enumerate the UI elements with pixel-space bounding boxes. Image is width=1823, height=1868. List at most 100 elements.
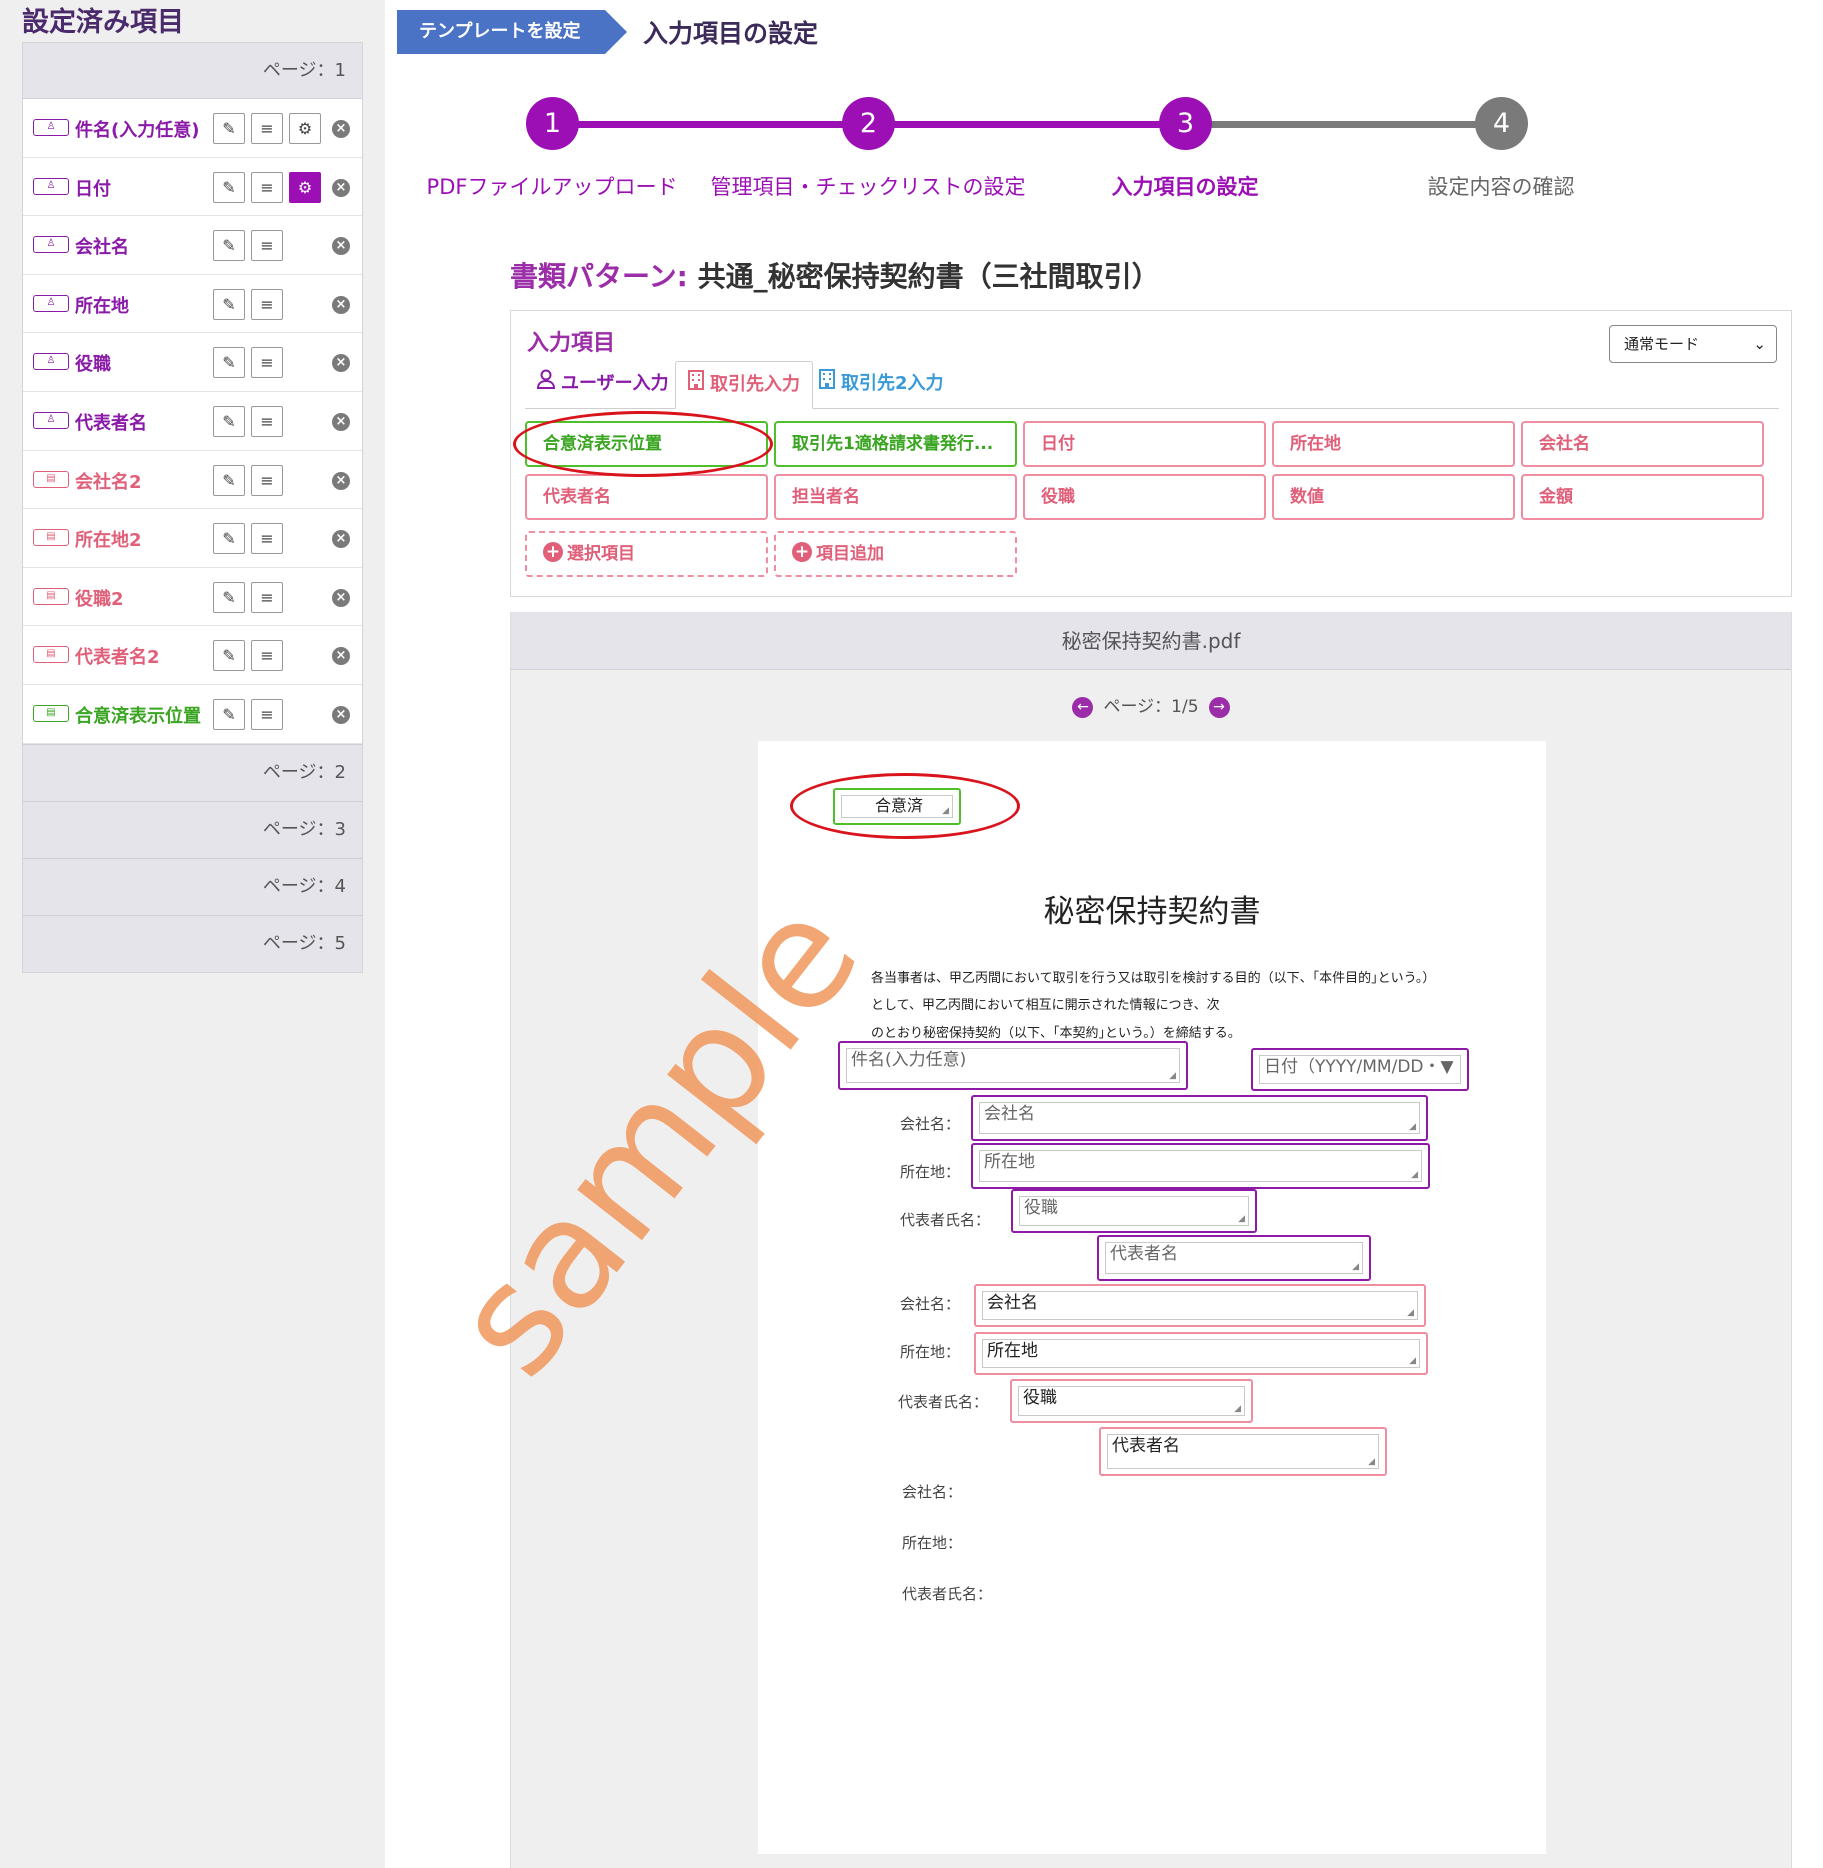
configured-item-row[interactable]: ♙ 所在地 ✎ ≡ × bbox=[23, 275, 362, 334]
close-icon[interactable]: × bbox=[332, 412, 350, 431]
input-item-chip[interactable]: 担当者名 bbox=[774, 474, 1017, 520]
input-item-chip[interactable]: 取引先1適格請求書発行... bbox=[774, 421, 1017, 467]
close-icon[interactable]: × bbox=[332, 530, 350, 549]
configured-item-label: 代表者名2 bbox=[75, 647, 160, 669]
align-left-icon[interactable]: ≡ bbox=[251, 113, 283, 144]
input-item-chip[interactable]: 金額 bbox=[1521, 474, 1764, 520]
gear-icon[interactable]: ⚙ bbox=[289, 171, 321, 203]
pencil-icon[interactable]: ✎ bbox=[213, 405, 245, 437]
pencil-icon[interactable]: ✎ bbox=[213, 230, 245, 262]
close-icon[interactable]: × bbox=[332, 647, 350, 666]
align-center-icon[interactable]: ≡ bbox=[251, 698, 283, 730]
input-item-chip[interactable]: 役職 bbox=[1023, 474, 1266, 520]
close-icon[interactable]: × bbox=[332, 237, 350, 256]
close-icon[interactable]: × bbox=[332, 295, 350, 314]
configured-item-row[interactable]: ▤ 合意済表示位置 ✎ ≡ × bbox=[23, 685, 362, 744]
input-item-chip[interactable]: 数値 bbox=[1272, 474, 1515, 520]
arrow-right-icon[interactable]: → bbox=[1208, 696, 1230, 718]
align-left-icon[interactable]: ≡ bbox=[251, 464, 283, 496]
close-icon[interactable]: × bbox=[332, 705, 350, 724]
page-2-header[interactable]: ページ：2 bbox=[23, 743, 362, 801]
step-3-label: 入力項目の設定 bbox=[1111, 175, 1259, 199]
tab-client-input[interactable]: 取引先入力 bbox=[675, 361, 813, 409]
align-left-icon[interactable]: ≡ bbox=[251, 171, 283, 203]
input-item-chip[interactable]: 所在地 bbox=[1272, 421, 1515, 467]
pdf-field-client-company[interactable]: 会社名 ◢ bbox=[974, 1284, 1426, 1327]
pdf-field-client-position[interactable]: 役職 ◢ bbox=[1010, 1379, 1253, 1423]
pencil-icon[interactable]: ✎ bbox=[213, 288, 245, 320]
building-icon: ▤ bbox=[33, 646, 69, 664]
configured-item-row[interactable]: ▤ 代表者名2 ✎ ≡ × bbox=[23, 626, 362, 685]
align-left-icon[interactable]: ≡ bbox=[251, 523, 283, 555]
resize-handle-icon[interactable]: ◢ bbox=[1238, 1214, 1245, 1224]
pdf-field-date[interactable]: 日付（YYYY/MM/DD・▼ bbox=[1251, 1048, 1469, 1091]
configured-item-label: 所在地 bbox=[75, 295, 129, 317]
tab-client2-input[interactable]: 取引先2入力 bbox=[807, 361, 956, 409]
close-icon[interactable]: × bbox=[332, 120, 350, 138]
resize-handle-icon[interactable]: ◢ bbox=[1234, 1404, 1241, 1414]
configured-item-row[interactable]: ▤ 役職2 ✎ ≡ × bbox=[23, 568, 362, 627]
pdf-field-user-position[interactable]: 役職 ◢ bbox=[1011, 1189, 1257, 1233]
configured-items-sidebar: 設定済み項目 ページ：1 ♙ 件名(入力任意) ✎ ≡ ⚙ × ♙ 日付 ✎ ≡ ⚙ × ♙ 会社名 ✎ ≡ ×… bbox=[0, 0, 385, 1868]
page-4-header[interactable]: ページ：4 bbox=[23, 857, 362, 915]
pdf-field-user-rep[interactable]: 代表者名 ◢ bbox=[1097, 1235, 1371, 1281]
mode-select[interactable]: 通常モード ⌄ bbox=[1609, 325, 1777, 363]
configured-item-row[interactable]: ♙ 件名(入力任意) ✎ ≡ ⚙ × bbox=[23, 99, 362, 158]
configured-item-row[interactable]: ♙ 役職 ✎ ≡ × bbox=[23, 333, 362, 392]
pencil-icon[interactable]: ✎ bbox=[213, 581, 245, 613]
gear-icon[interactable]: ⚙ bbox=[289, 113, 321, 144]
pencil-icon[interactable]: ✎ bbox=[213, 698, 245, 730]
pencil-icon[interactable]: ✎ bbox=[213, 347, 245, 379]
plus-circle-icon: + bbox=[792, 542, 812, 562]
configured-item-row[interactable]: ▤ 所在地2 ✎ ≡ × bbox=[23, 509, 362, 568]
align-left-icon[interactable]: ≡ bbox=[251, 640, 283, 672]
close-icon[interactable]: × bbox=[332, 354, 350, 373]
add-item-button[interactable]: + 項目追加 bbox=[774, 531, 1017, 577]
pencil-icon[interactable]: ✎ bbox=[213, 113, 245, 144]
pdf-field-client-address[interactable]: 所在地 ◢ bbox=[974, 1332, 1428, 1375]
input-item-chip[interactable]: 代表者名 bbox=[525, 474, 768, 520]
pencil-icon[interactable]: ✎ bbox=[213, 464, 245, 496]
pdf-field-user-address[interactable]: 所在地 ◢ bbox=[971, 1143, 1430, 1189]
resize-handle-icon[interactable]: ◢ bbox=[1352, 1262, 1359, 1272]
align-left-icon[interactable]: ≡ bbox=[251, 581, 283, 613]
tab-user-input[interactable]: ユーザー入力 bbox=[525, 361, 681, 409]
align-left-icon[interactable]: ≡ bbox=[251, 405, 283, 437]
pdf-field-user-company[interactable]: 会社名 ◢ bbox=[971, 1095, 1428, 1141]
building-icon: ▤ bbox=[33, 470, 69, 488]
resize-handle-icon[interactable]: ◢ bbox=[1411, 1170, 1418, 1180]
close-icon[interactable]: × bbox=[332, 178, 350, 197]
pdf-paragraph-line: 各当事者は、甲乙丙間において取引を行う又は取引を検討する目的（以下、｢本件目的｣… bbox=[871, 971, 1436, 986]
pdf-field-client-rep[interactable]: 代表者名 ◢ bbox=[1099, 1427, 1387, 1476]
configured-item-row[interactable]: ♙ 代表者名 ✎ ≡ × bbox=[23, 392, 362, 451]
pdf-field-subject-text: 件名(入力任意) bbox=[846, 1048, 1180, 1083]
add-select-item-button[interactable]: + 選択項目 bbox=[525, 531, 768, 577]
breadcrumb-template-step[interactable]: テンプレートを設定 bbox=[397, 10, 627, 54]
resize-handle-icon[interactable]: ◢ bbox=[1407, 1308, 1414, 1318]
input-item-chip[interactable]: 会社名 bbox=[1521, 421, 1764, 467]
close-icon[interactable]: × bbox=[332, 471, 350, 490]
page-1-header[interactable]: ページ：1 bbox=[23, 43, 362, 99]
configured-item-label: 代表者名 bbox=[75, 412, 147, 434]
resize-handle-icon[interactable]: ◢ bbox=[1368, 1457, 1375, 1467]
pencil-icon[interactable]: ✎ bbox=[213, 171, 245, 203]
pencil-icon[interactable]: ✎ bbox=[213, 523, 245, 555]
page-3-header[interactable]: ページ：3 bbox=[23, 800, 362, 858]
configured-item-row[interactable]: ♙ 日付 ✎ ≡ ⚙ × bbox=[23, 158, 362, 217]
resize-handle-icon[interactable]: ◢ bbox=[1169, 1071, 1176, 1081]
arrow-left-icon[interactable]: ← bbox=[1072, 696, 1094, 718]
pencil-icon[interactable]: ✎ bbox=[213, 640, 245, 672]
close-icon[interactable]: × bbox=[332, 588, 350, 607]
configured-item-row[interactable]: ♙ 会社名 ✎ ≡ × bbox=[23, 216, 362, 275]
configured-item-label: 件名(入力任意) bbox=[75, 120, 200, 141]
stepper-connector bbox=[868, 121, 1185, 128]
pdf-field-subject[interactable]: 件名(入力任意) ◢ bbox=[838, 1041, 1188, 1090]
configured-item-row[interactable]: ▤ 会社名2 ✎ ≡ × bbox=[23, 451, 362, 510]
align-left-icon[interactable]: ≡ bbox=[251, 347, 283, 379]
page-5-header[interactable]: ページ：5 bbox=[23, 914, 362, 972]
align-left-icon[interactable]: ≡ bbox=[251, 230, 283, 262]
resize-handle-icon[interactable]: ◢ bbox=[1409, 1122, 1416, 1132]
input-item-chip[interactable]: 日付 bbox=[1023, 421, 1266, 467]
align-left-icon[interactable]: ≡ bbox=[251, 288, 283, 320]
resize-handle-icon[interactable]: ◢ bbox=[1409, 1356, 1416, 1366]
